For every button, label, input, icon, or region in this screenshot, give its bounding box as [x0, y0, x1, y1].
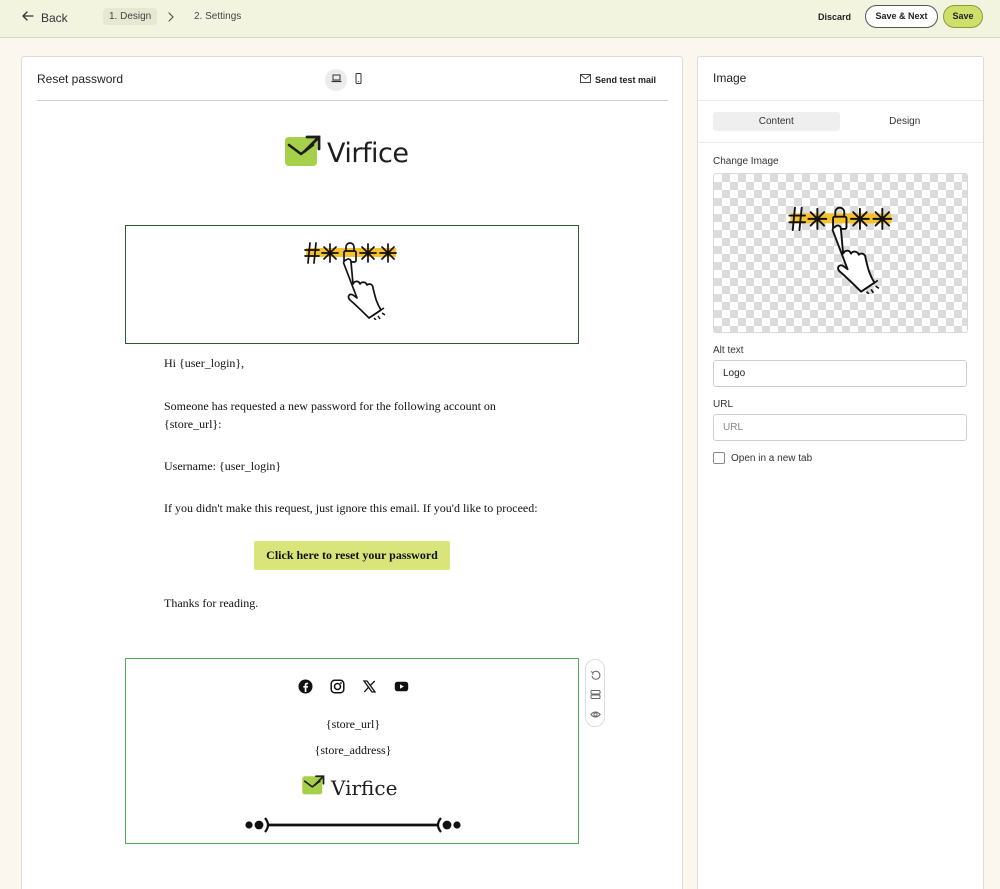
layers-icon[interactable]: [590, 687, 601, 700]
send-test-mail-button[interactable]: Send test mail: [580, 74, 656, 85]
brand-logo[interactable]: Virfice: [285, 135, 409, 172]
footer-brand-name: Virfice: [331, 775, 398, 800]
step-design[interactable]: 1. Design: [103, 8, 158, 25]
selected-image-block[interactable]: [125, 225, 579, 344]
facebook-icon[interactable]: [298, 679, 313, 694]
chevron-right-icon: [165, 10, 177, 22]
email-request-line: Someone has requested a new password for…: [164, 399, 496, 431]
reset-password-button[interactable]: Click here to reset your password: [254, 541, 450, 570]
open-new-tab-label: Open in a new tab: [731, 452, 813, 464]
open-new-tab-checkbox[interactable]: [713, 452, 725, 464]
eye-icon[interactable]: [589, 707, 601, 718]
mobile-icon: [353, 71, 364, 89]
envelope-icon: [580, 74, 591, 85]
send-test-mail-label: Send test mail: [595, 74, 657, 85]
email-username-line: Username: {user_login}: [164, 459, 282, 473]
email-closing: Thanks for reading.: [164, 596, 259, 610]
footer-store-url: {store_url}: [325, 717, 381, 731]
desktop-preview-button[interactable]: [325, 69, 347, 91]
block-toolbar: [585, 659, 605, 727]
back-label: Back: [41, 10, 68, 25]
instagram-icon[interactable]: [330, 679, 345, 694]
mobile-preview-button[interactable]: [347, 69, 369, 91]
divider: [37, 100, 668, 101]
settings-tabs: Content Design: [713, 112, 968, 131]
panel-title: Image: [713, 71, 747, 85]
x-icon[interactable]: [362, 679, 377, 694]
email-editor: Reset password Send test mail Virfice Hi…: [21, 56, 683, 889]
mail-check-logo-icon: [285, 135, 321, 172]
tab-content[interactable]: Content: [713, 112, 840, 131]
laptop-icon: [331, 71, 342, 89]
divider: [698, 142, 983, 143]
mail-check-logo-icon: [302, 775, 325, 800]
email-ignore-line: If you didn't make this request, just ig…: [164, 501, 538, 515]
divider: [698, 100, 983, 101]
url-label: URL: [713, 399, 734, 410]
settings-panel: Image Content Design Change Image Alt te…: [697, 56, 984, 889]
tab-design[interactable]: Design: [842, 112, 969, 131]
footer-store-address: {store_address}: [314, 743, 392, 757]
brand-name: Virfice: [327, 138, 409, 169]
step-settings[interactable]: 2. Settings: [188, 8, 247, 25]
social-icons: [298, 679, 409, 694]
alt-text-input[interactable]: [713, 360, 967, 387]
back-button[interactable]: Back: [21, 9, 68, 26]
discard-button[interactable]: Discard: [812, 8, 857, 26]
alt-text-label: Alt text: [713, 345, 744, 356]
arrow-left-icon: [21, 9, 35, 26]
footer-brand-logo: Virfice: [302, 775, 397, 800]
save-next-button[interactable]: Save & Next: [865, 5, 938, 28]
image-preview[interactable]: [713, 173, 968, 333]
youtube-icon[interactable]: [394, 679, 409, 694]
email-greeting: Hi {user_login},: [164, 356, 245, 370]
template-title: Reset password: [37, 72, 124, 86]
change-image-label: Change Image: [713, 156, 779, 167]
top-bar: Back 1. Design 2. Settings Discard Save …: [0, 0, 1000, 38]
url-input[interactable]: [713, 414, 967, 441]
save-button[interactable]: Save: [943, 5, 983, 28]
undo-icon[interactable]: [590, 668, 601, 680]
footer-block[interactable]: {store_url} {store_address} Virfice: [125, 658, 579, 844]
ornament-divider-icon: [243, 814, 463, 836]
open-new-tab-option[interactable]: Open in a new tab: [713, 452, 812, 464]
